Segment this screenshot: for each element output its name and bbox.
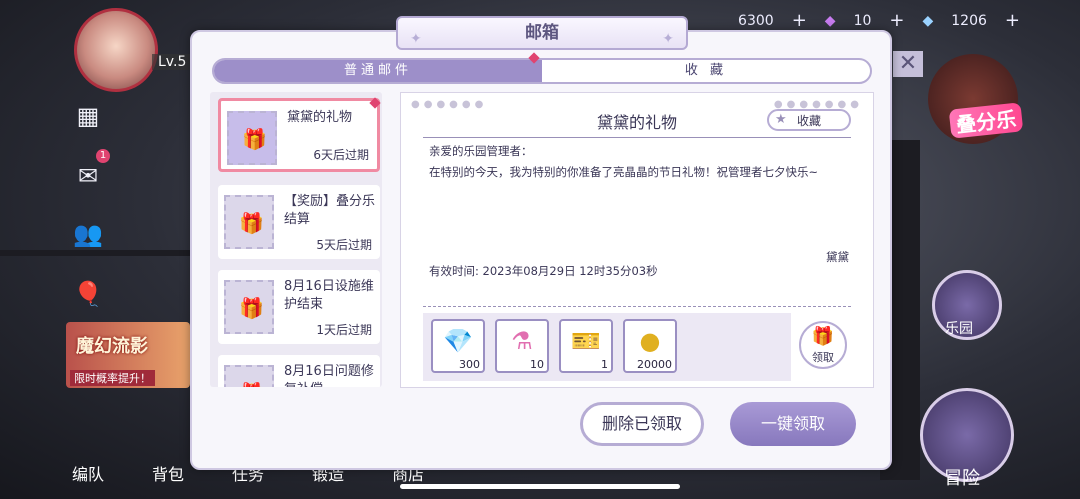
home-indicator[interactable] bbox=[400, 484, 680, 489]
promo-title: 魔幻流影 bbox=[76, 336, 148, 357]
dialog-title: ✦ 邮箱 ✦ bbox=[396, 16, 688, 50]
reward-count: 10 bbox=[530, 358, 544, 371]
gift-icon: 🎁 bbox=[239, 211, 264, 235]
diamond-icon: 💎 bbox=[443, 327, 473, 355]
tab-normal-mail[interactable]: 普通邮件 bbox=[214, 60, 542, 82]
adventure-label: 冒险 bbox=[944, 468, 980, 489]
reward-item[interactable]: ● 20000 bbox=[623, 319, 677, 373]
tab-favorites[interactable]: 收 藏 bbox=[542, 60, 870, 82]
player-avatar[interactable] bbox=[74, 8, 158, 92]
sparkle-icon: ✦ bbox=[410, 31, 422, 47]
reward-count: 20000 bbox=[637, 358, 672, 371]
add-currency-1-button[interactable]: + bbox=[792, 10, 807, 31]
balloon-icon[interactable]: 🎈 bbox=[72, 278, 104, 310]
unread-dot bbox=[369, 97, 381, 109]
menu-grid-icon[interactable]: ▦ bbox=[72, 100, 104, 132]
claim-all-button[interactable]: 一键领取 bbox=[730, 402, 856, 446]
mail-title: 黛黛的礼物 bbox=[287, 110, 353, 125]
mail-thumbnail: 🎁 bbox=[224, 365, 274, 387]
mail-item[interactable]: 🎁 8月16日设施维护结束 1天后过期 bbox=[218, 270, 380, 344]
close-icon[interactable]: ✕ bbox=[893, 51, 923, 77]
add-currency-2-button[interactable]: + bbox=[889, 10, 904, 31]
delete-claimed-button[interactable]: 删除已领取 bbox=[580, 402, 704, 446]
reward-strip: 💎 300 ⚗ 10 🎫 1 ● 20000 bbox=[423, 313, 791, 381]
friends-icon[interactable]: 👥 bbox=[72, 218, 104, 250]
rewards-divider bbox=[423, 306, 851, 307]
ticket-icon: 🎫 bbox=[571, 327, 601, 355]
coin-icon: ● bbox=[639, 327, 661, 355]
park-label: 乐园 bbox=[945, 321, 973, 337]
mail-title: 8月16日设施维护结束 bbox=[284, 279, 374, 312]
reward-item[interactable]: 💎 300 bbox=[431, 319, 485, 373]
potion-icon: ⚗ bbox=[511, 327, 533, 355]
promo-subtitle: 限时概率提升！ bbox=[70, 370, 155, 386]
mail-icon[interactable]: ✉ bbox=[72, 160, 104, 192]
gift-icon: 🎁 bbox=[811, 326, 835, 347]
mail-title: 【奖励】叠分乐结算 bbox=[284, 194, 376, 227]
mail-greeting: 亲爱的乐园管理者： bbox=[429, 144, 533, 158]
player-level: Lv.5 bbox=[152, 54, 193, 70]
diamond-icon: ◆ bbox=[922, 12, 934, 29]
favorite-button[interactable]: ★ 收藏 bbox=[767, 109, 851, 131]
gift-icon: 🎁 bbox=[242, 127, 267, 151]
star-icon: ★ bbox=[775, 112, 787, 127]
mail-detail: ●●●●●● ●●●●●●● 黛黛的礼物 ★ 收藏 亲爱的乐园管理者： 在特别的… bbox=[400, 92, 874, 388]
mail-notification-badge: 1 bbox=[96, 149, 110, 163]
mail-list[interactable]: 🎁 黛黛的礼物 6天后过期 🎁 【奖励】叠分乐结算 5天后过期 🎁 8月16日设… bbox=[210, 92, 382, 387]
mail-body: 在特别的今天，我为特别的你准备了亮晶晶的节日礼物！祝管理者七夕快乐~ bbox=[429, 165, 819, 179]
mail-item[interactable]: 🎁 【奖励】叠分乐结算 5天后过期 bbox=[218, 185, 380, 259]
add-currency-3-button[interactable]: + bbox=[1005, 10, 1020, 31]
mail-valid-time: 有效时间: 2023年08月29日 12时35分03秒 bbox=[429, 264, 658, 278]
mail-expire: 5天后过期 bbox=[316, 238, 372, 252]
mail-sender: 黛黛 bbox=[826, 250, 849, 264]
nav-team[interactable]: 编队 bbox=[72, 461, 104, 485]
gift-icon: 🎁 bbox=[239, 381, 264, 387]
promo-banner[interactable]: 魔幻流影 限时概率提升！ bbox=[66, 322, 190, 388]
title-divider bbox=[423, 137, 851, 138]
mail-thumbnail: 🎁 bbox=[227, 111, 277, 165]
dialog-title-text: 邮箱 bbox=[525, 23, 559, 43]
currency-3-value: 1206 bbox=[951, 12, 987, 29]
reward-count: 300 bbox=[459, 358, 480, 371]
currency-bar: 6300 + ◆ 10 + ◆ 1206 + bbox=[738, 10, 1020, 31]
mail-expire: 1天后过期 bbox=[316, 323, 372, 337]
mail-item[interactable]: 🎁 黛黛的礼物 6天后过期 bbox=[218, 97, 381, 172]
sparkle-icon: ✦ bbox=[662, 31, 674, 47]
currency-2-value: 10 bbox=[853, 12, 872, 29]
mail-expire: 6天后过期 bbox=[313, 148, 369, 162]
reward-item[interactable]: ⚗ 10 bbox=[495, 319, 549, 373]
claim-button[interactable]: 🎁 领取 bbox=[799, 321, 847, 369]
mail-thumbnail: 🎁 bbox=[224, 280, 274, 334]
mailbox-dialog: ✦ 邮箱 ✦ 普通邮件 收 藏 🎁 黛黛的礼物 6天后过期 🎁 【奖励】叠分乐结… bbox=[190, 16, 892, 470]
nav-bag[interactable]: 背包 bbox=[152, 461, 184, 485]
gift-icon: 🎁 bbox=[239, 296, 264, 320]
favorite-label: 收藏 bbox=[796, 114, 821, 128]
mail-title: 8月16日问题修复补偿 bbox=[284, 364, 374, 387]
mail-item[interactable]: 🎁 8月16日问题修复补偿 bbox=[218, 355, 380, 387]
mail-thumbnail: 🎁 bbox=[224, 195, 274, 249]
currency-1-value: 6300 bbox=[738, 12, 774, 29]
gem-icon: ◆ bbox=[824, 12, 836, 29]
background-fence bbox=[0, 250, 190, 256]
claim-label: 领取 bbox=[812, 351, 834, 364]
mail-tabs: 普通邮件 收 藏 bbox=[212, 58, 872, 84]
reward-item[interactable]: 🎫 1 bbox=[559, 319, 613, 373]
reward-count: 1 bbox=[601, 358, 608, 371]
event-label: 叠分乐 bbox=[948, 102, 1024, 139]
